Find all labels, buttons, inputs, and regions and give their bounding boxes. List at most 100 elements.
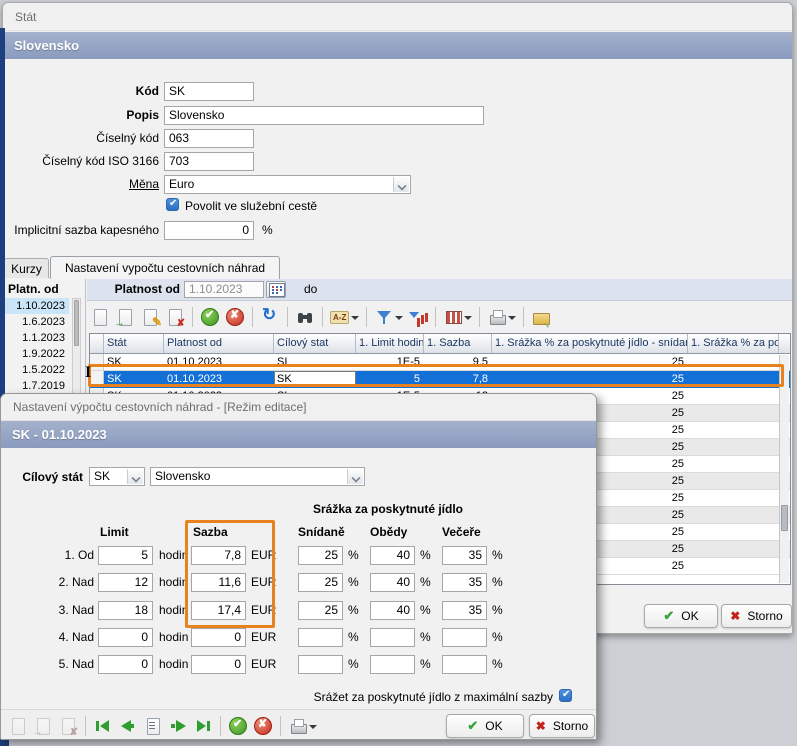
date-item[interactable]: 1.9.2022 bbox=[5, 346, 69, 362]
sazba-input[interactable]: 0 bbox=[191, 655, 246, 674]
vecere-input[interactable] bbox=[442, 655, 487, 674]
iso-kod-input[interactable]: 703 bbox=[164, 152, 254, 171]
storno-button[interactable]: Storno bbox=[721, 604, 792, 628]
vecere-input[interactable]: 35 bbox=[442, 546, 487, 565]
sazba-input[interactable]: 7,8 bbox=[191, 546, 246, 565]
nav-prev-icon-button[interactable] bbox=[117, 715, 139, 737]
nav-next-icon-button[interactable] bbox=[167, 715, 189, 737]
obedy-input[interactable] bbox=[370, 655, 415, 674]
table-cell[interactable]: SK bbox=[274, 371, 356, 387]
table-cell[interactable] bbox=[688, 507, 779, 523]
date-item[interactable]: 1.6.2023 bbox=[5, 314, 69, 330]
limit-input[interactable]: 18 bbox=[98, 601, 153, 620]
table-cell[interactable]: 25 bbox=[492, 354, 688, 370]
new-icon-button[interactable] bbox=[89, 306, 111, 328]
table-cell[interactable] bbox=[688, 388, 779, 404]
obedy-input[interactable] bbox=[370, 628, 415, 647]
date-item[interactable]: 1.10.2023 bbox=[5, 298, 69, 314]
column-header[interactable]: 1. Srážka % za pos bbox=[688, 334, 779, 353]
limit-input[interactable]: 0 bbox=[98, 628, 153, 647]
delete-icon-button[interactable] bbox=[57, 715, 79, 737]
srazet-checkbox[interactable] bbox=[559, 689, 572, 702]
table-cell[interactable]: 01.10.2023 bbox=[164, 371, 274, 387]
filter-icon-button[interactable] bbox=[373, 306, 404, 328]
sazba-input[interactable]: 17,4 bbox=[191, 601, 246, 620]
table-cell[interactable]: SK bbox=[104, 371, 164, 387]
table-row[interactable]: SK01.10.2023SK57,825 bbox=[90, 371, 790, 388]
table-cell[interactable]: 9,5 bbox=[424, 354, 492, 370]
tab-nastaveni-nahrad[interactable]: Nastavení vypočtu cestovních náhrad bbox=[50, 256, 280, 279]
table-cell[interactable]: 7,8 bbox=[424, 371, 492, 387]
table-row[interactable]: SK01.10.2023SI1E-59,525 bbox=[90, 354, 790, 371]
snidane-input[interactable]: 25 bbox=[298, 601, 343, 620]
table-cell[interactable] bbox=[688, 541, 779, 557]
search-icon-button[interactable] bbox=[294, 306, 316, 328]
nav-first-icon-button[interactable] bbox=[92, 715, 114, 737]
refresh-icon-button[interactable] bbox=[259, 306, 281, 328]
column-header[interactable]: Cílový stat bbox=[274, 334, 356, 353]
sazba-input[interactable]: 0 bbox=[191, 628, 246, 647]
cancel-icon-button[interactable] bbox=[252, 715, 274, 737]
date-item[interactable]: 1.1.2023 bbox=[5, 330, 69, 346]
table-cell[interactable] bbox=[688, 405, 779, 421]
nav-list-icon-button[interactable] bbox=[142, 715, 164, 737]
vecere-input[interactable]: 35 bbox=[442, 573, 487, 592]
import-icon-button[interactable] bbox=[32, 715, 54, 737]
kapesne-input[interactable]: 0 bbox=[164, 221, 254, 240]
table-cell[interactable] bbox=[688, 524, 779, 540]
tab-kurzy[interactable]: Kurzy bbox=[4, 258, 49, 278]
nav-last-icon-button[interactable] bbox=[192, 715, 214, 737]
ok-button[interactable]: OK bbox=[644, 604, 718, 628]
table-cell[interactable]: SI bbox=[274, 354, 356, 370]
obedy-input[interactable]: 40 bbox=[370, 601, 415, 620]
cancel-icon-button[interactable] bbox=[224, 306, 246, 328]
popis-input[interactable]: Slovensko bbox=[164, 106, 484, 125]
mena-combo[interactable]: Euro bbox=[164, 175, 411, 194]
mena-label[interactable]: Měna bbox=[9, 175, 159, 194]
obedy-input[interactable]: 40 bbox=[370, 573, 415, 592]
table-cell[interactable] bbox=[688, 456, 779, 472]
limit-input[interactable]: 0 bbox=[98, 655, 153, 674]
date-item[interactable]: 1.7.2019 bbox=[5, 378, 69, 394]
vecere-input[interactable] bbox=[442, 628, 487, 647]
table-cell[interactable]: SK bbox=[104, 354, 164, 370]
table-cell[interactable] bbox=[688, 354, 779, 370]
print-icon-button[interactable] bbox=[287, 715, 318, 737]
table-cell[interactable] bbox=[688, 371, 779, 387]
obedy-input[interactable]: 40 bbox=[370, 546, 415, 565]
accept-icon-button[interactable] bbox=[199, 306, 221, 328]
table-cell[interactable]: 01.10.2023 bbox=[164, 354, 274, 370]
import-icon-button[interactable] bbox=[114, 306, 136, 328]
snidane-input[interactable]: 25 bbox=[298, 546, 343, 565]
kod-input[interactable]: SK bbox=[164, 82, 254, 101]
table-cell[interactable]: 5 bbox=[356, 371, 424, 387]
scrollbar-thumb[interactable] bbox=[74, 300, 79, 346]
platnost-od-input[interactable]: 1.10.2023 bbox=[184, 281, 264, 298]
column-header[interactable]: 1. Srážka % za poskytnuté jídlo - snídan… bbox=[492, 334, 688, 353]
snidane-input[interactable]: 25 bbox=[298, 573, 343, 592]
table-scrollbar[interactable] bbox=[779, 355, 789, 583]
ciselny-kod-input[interactable]: 063 bbox=[164, 129, 254, 148]
delete-icon-button[interactable] bbox=[164, 306, 186, 328]
accept-icon-button[interactable] bbox=[227, 715, 249, 737]
scrollbar-thumb[interactable] bbox=[781, 505, 788, 531]
table-cell[interactable] bbox=[688, 439, 779, 455]
column-header[interactable]: 1. Sazba bbox=[424, 334, 492, 353]
new-icon-button[interactable] bbox=[7, 715, 29, 737]
date-item[interactable]: 1.5.2022 bbox=[5, 362, 69, 378]
date-list-scrollbar[interactable] bbox=[72, 298, 81, 396]
column-header[interactable]: Stát bbox=[104, 334, 164, 353]
table-cell[interactable] bbox=[688, 422, 779, 438]
limit-input[interactable]: 12 bbox=[98, 573, 153, 592]
table-cell[interactable] bbox=[688, 473, 779, 489]
snidane-input[interactable] bbox=[298, 655, 343, 674]
table-cell[interactable]: 1E-5 bbox=[356, 354, 424, 370]
print-icon-button[interactable] bbox=[486, 306, 517, 328]
window-titlebar[interactable]: Stát bbox=[3, 3, 792, 31]
edit-icon-button[interactable] bbox=[139, 306, 161, 328]
column-header[interactable]: Platnost od bbox=[164, 334, 274, 353]
table-cell[interactable] bbox=[688, 490, 779, 506]
column-header[interactable]: 1. Limit hodin bbox=[356, 334, 424, 353]
storno-button[interactable]: Storno bbox=[529, 714, 595, 738]
sazba-input[interactable]: 11,6 bbox=[191, 573, 246, 592]
